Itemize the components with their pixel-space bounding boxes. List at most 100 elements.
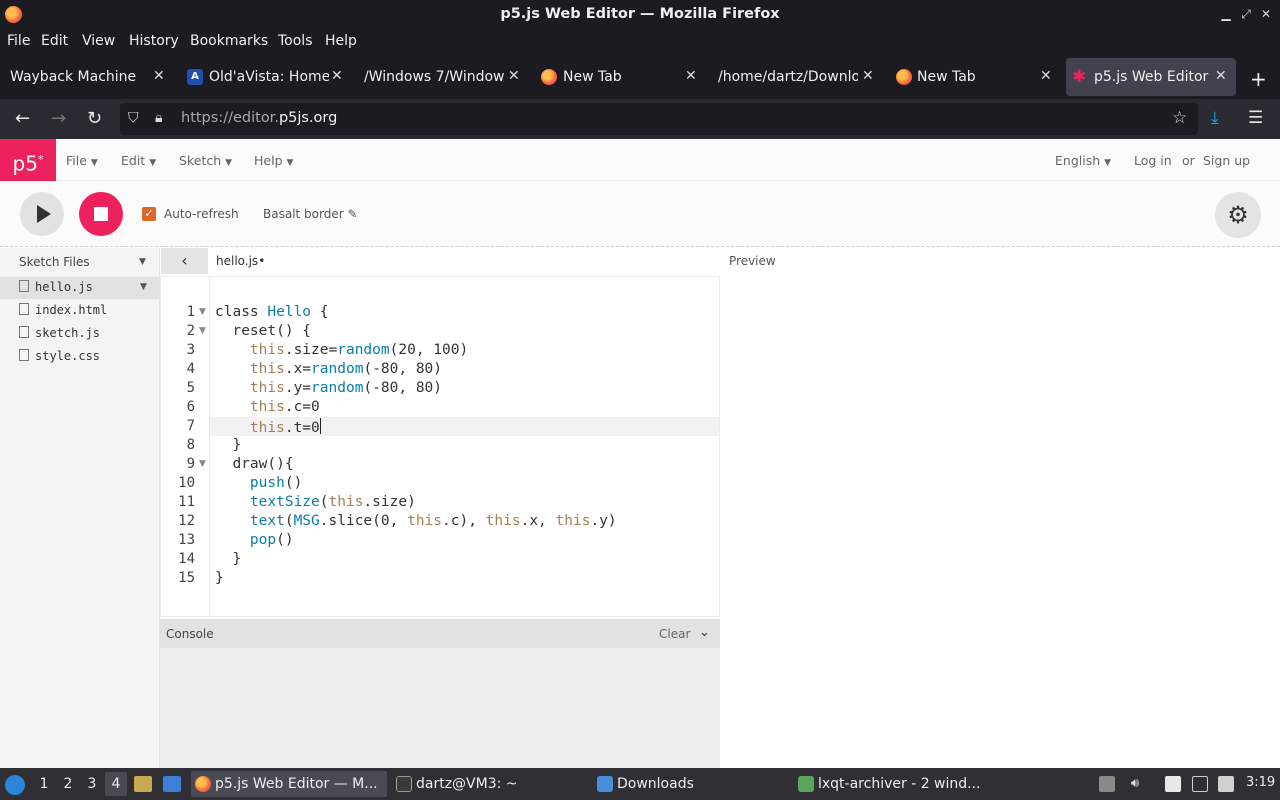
p5-menu-help[interactable]: Help ▼: [254, 153, 293, 168]
menu-view[interactable]: View: [82, 33, 115, 49]
bookmark-star-icon[interactable]: ☆: [1172, 108, 1187, 128]
volume-icon[interactable]: 🔊︎: [1127, 776, 1143, 792]
code-line[interactable]: draw(){: [215, 456, 293, 475]
close-tab-icon[interactable]: ✕: [685, 68, 697, 84]
code-token: MSG: [293, 513, 320, 529]
p5-menu-sketch[interactable]: Sketch ▼: [179, 153, 232, 168]
unsaved-dot-icon: •: [258, 254, 266, 268]
close-tab-icon[interactable]: ✕: [1040, 68, 1052, 84]
close-tab-icon[interactable]: ✕: [331, 68, 343, 84]
pencil-icon[interactable]: ✎: [348, 207, 358, 221]
close-tab-icon[interactable]: ✕: [862, 68, 874, 84]
menu-file[interactable]: File: [7, 33, 30, 49]
code-line[interactable]: class Hello {: [215, 304, 329, 323]
desktop-2[interactable]: 2: [57, 772, 79, 796]
code-line[interactable]: this.size=random(20, 100): [215, 342, 468, 361]
file-item-style-css[interactable]: style.css: [0, 346, 159, 368]
code-line[interactable]: pop(): [215, 532, 294, 551]
code-editor[interactable]: 1 2 3 4 5 6 7 8 9 10 11 12 13 14 15 ▼ ▼ …: [160, 276, 720, 617]
task-terminal[interactable]: dartz@VM3: ~: [392, 771, 588, 797]
task-downloads[interactable]: Downloads: [593, 771, 789, 797]
show-desktop-icon[interactable]: [163, 776, 181, 792]
stop-button[interactable]: [79, 192, 123, 236]
editor-file-tab[interactable]: hello.js•: [216, 254, 265, 268]
login-link[interactable]: Log in: [1134, 153, 1172, 168]
desktop-4[interactable]: 4: [105, 772, 127, 796]
reload-icon[interactable]: ↻: [87, 108, 102, 129]
tab-windows7[interactable]: /Windows 7/Windows ✕: [355, 58, 530, 96]
fold-arrow-icon[interactable]: ▼: [199, 326, 206, 336]
close-tab-icon[interactable]: ✕: [1215, 68, 1227, 84]
code-line[interactable]: this.t=0: [215, 418, 321, 437]
back-arrow-icon[interactable]: ←: [15, 108, 30, 129]
url-text[interactable]: https://editor.p5js.org: [181, 110, 337, 126]
close-tab-icon[interactable]: ✕: [153, 68, 165, 84]
url-bar[interactable]: ⛉ 🔒︎ https://editor.p5js.org ☆: [120, 103, 1198, 135]
file-item-sketch-js[interactable]: sketch.js: [0, 323, 159, 345]
code-line[interactable]: push(): [215, 475, 302, 494]
file-manager-icon[interactable]: [134, 776, 152, 792]
menu-help[interactable]: Help: [325, 33, 357, 49]
auto-refresh-checkbox[interactable]: ✓: [142, 207, 156, 221]
chevron-down-icon[interactable]: ⌄: [699, 625, 710, 640]
hamburger-menu-icon[interactable]: ☰: [1248, 108, 1263, 128]
console-clear-button[interactable]: Clear: [659, 627, 690, 641]
fold-arrow-icon[interactable]: ▼: [199, 307, 206, 317]
menu-bookmarks[interactable]: Bookmarks: [190, 33, 268, 49]
file-item-hello-js[interactable]: hello.js ▼: [0, 277, 159, 299]
clipboard-icon[interactable]: [1165, 776, 1181, 792]
maximize-button[interactable]: ⤢: [1237, 5, 1255, 23]
lock-icon[interactable]: 🔒︎: [155, 110, 162, 126]
desktop-3[interactable]: 3: [81, 772, 103, 796]
code-line[interactable]: this.x=random(-80, 80): [215, 361, 442, 380]
new-tab-button[interactable]: +: [1250, 67, 1267, 91]
task-archiver[interactable]: lxqt-archiver - 2 wind...: [794, 771, 990, 797]
file-item-index-html[interactable]: index.html: [0, 300, 159, 322]
start-menu-icon[interactable]: [5, 775, 25, 795]
storage-icon[interactable]: [1218, 776, 1234, 792]
p5-menu-file[interactable]: File ▼: [66, 153, 98, 168]
tab-newtab-2[interactable]: New Tab ✕: [887, 58, 1062, 96]
collapse-sidebar-button[interactable]: ‹: [161, 248, 208, 274]
tab-label: New Tab: [917, 69, 976, 85]
tab-oldavista[interactable]: A Old'aVista: Home ✕: [178, 58, 353, 96]
sketch-name[interactable]: Basalt border ✎: [263, 207, 358, 221]
code-token: (: [284, 513, 294, 529]
code-line[interactable]: textSize(this.size): [215, 494, 416, 513]
menu-edit[interactable]: Edit: [41, 33, 68, 49]
code-token: .c),: [442, 513, 486, 529]
minimize-button[interactable]: ▁: [1217, 5, 1235, 23]
menu-history[interactable]: History: [129, 33, 179, 49]
code-line[interactable]: reset() {: [215, 323, 311, 342]
p5-menu-edit[interactable]: Edit ▼: [121, 153, 156, 168]
task-firefox[interactable]: p5.js Web Editor — M...: [191, 771, 387, 797]
tab-downloads-path[interactable]: /home/dartz/Downloa ✕: [709, 58, 884, 96]
caret-down-icon[interactable]: ▼: [140, 282, 147, 292]
settings-gear-button[interactable]: ⚙: [1215, 192, 1261, 238]
code-line[interactable]: }: [215, 551, 241, 570]
network-icon[interactable]: [1192, 776, 1208, 792]
menu-tools[interactable]: Tools: [278, 33, 313, 49]
tray-app-icon[interactable]: [1099, 776, 1115, 792]
language-selector[interactable]: English ▼: [1055, 153, 1111, 168]
tab-wayback[interactable]: Wayback Machine ✕: [0, 58, 175, 96]
desktop-1[interactable]: 1: [33, 772, 55, 796]
code-line[interactable]: text(MSG.slice(0, this.c), this.x, this.…: [215, 513, 617, 532]
tab-p5-editor[interactable]: ✱ p5.js Web Editor ✕: [1066, 58, 1236, 96]
download-icon[interactable]: ⤓: [1211, 108, 1219, 128]
signup-link[interactable]: Sign up: [1203, 153, 1250, 168]
code-line[interactable]: this.c=0: [215, 399, 320, 418]
code-line[interactable]: }: [215, 437, 241, 456]
caret-down-icon[interactable]: ▼: [139, 257, 146, 267]
shield-icon[interactable]: ⛉: [128, 110, 139, 126]
folder-icon: [597, 776, 613, 792]
play-button[interactable]: [20, 192, 64, 236]
close-tab-icon[interactable]: ✕: [508, 68, 520, 84]
code-line[interactable]: }: [215, 570, 224, 589]
tab-newtab-1[interactable]: New Tab ✕: [532, 58, 707, 96]
forward-arrow-icon[interactable]: →: [51, 108, 66, 129]
close-window-button[interactable]: ✕: [1257, 5, 1275, 23]
code-line[interactable]: this.y=random(-80, 80): [215, 380, 442, 399]
fold-arrow-icon[interactable]: ▼: [199, 459, 206, 469]
p5-logo[interactable]: p5*: [0, 139, 56, 181]
